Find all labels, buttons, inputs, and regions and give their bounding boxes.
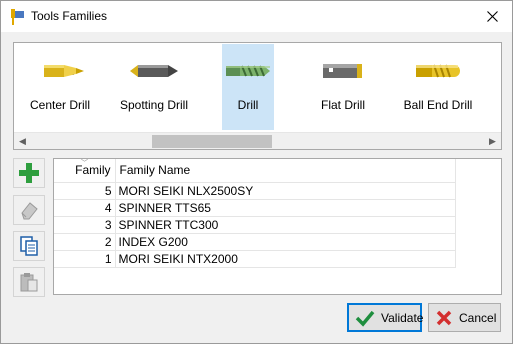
close-icon <box>486 11 498 22</box>
drill-icon <box>226 65 270 77</box>
add-family-button[interactable] <box>13 158 45 188</box>
table-row[interactable]: 5 MORI SEIKI NLX2500SY <box>54 182 456 200</box>
horizontal-scrollbar[interactable]: ◀ ▶ <box>14 132 501 149</box>
erase-family-button[interactable] <box>13 195 45 225</box>
scroll-left-icon[interactable]: ◀ <box>14 133 31 150</box>
family-drill[interactable]: Drill <box>222 44 274 130</box>
paste-family-button[interactable] <box>13 267 45 297</box>
column-header-family-name[interactable]: Family Name <box>115 159 456 183</box>
family-label: Flat Drill <box>321 98 365 112</box>
close-button[interactable] <box>472 1 512 32</box>
family-label: Center Drill <box>29 98 90 112</box>
eraser-icon <box>21 202 38 220</box>
family-center-drill[interactable]: Center Drill <box>15 44 105 130</box>
cell-family: 1 <box>54 250 116 268</box>
table-row[interactable]: 3 SPINNER TTC300 <box>54 216 456 234</box>
cell-family-name: MORI SEIKI NLX2500SY <box>115 182 456 200</box>
column-header-family[interactable]: ﹀ Family <box>54 159 116 183</box>
cell-family: 2 <box>54 233 116 251</box>
cell-family: 5 <box>54 182 116 200</box>
app-icon <box>8 8 26 26</box>
window-title: Tools Families <box>31 9 108 23</box>
family-label: Spotting Drill <box>119 98 189 112</box>
spotting-drill-icon <box>130 65 178 77</box>
copy-icon <box>20 236 38 256</box>
title-bar: Tools Families <box>1 1 512 32</box>
checkmark-icon <box>355 309 375 327</box>
scrollbar-thumb[interactable] <box>152 135 272 148</box>
copy-family-button[interactable] <box>13 231 45 261</box>
cell-family-name: MORI SEIKI NTX2000 <box>115 250 456 268</box>
flat-drill-icon <box>323 64 362 78</box>
table-row[interactable]: 4 SPINNER TTS65 <box>54 199 456 217</box>
families-table: ﹀ Family Family Name 5 MORI SEIKI NLX250… <box>53 158 502 295</box>
family-flat-drill[interactable]: Flat Drill <box>298 44 388 130</box>
family-spotting-drill[interactable]: Spotting Drill <box>109 44 199 130</box>
family-ball-end-drill[interactable]: Ball End Drill <box>392 44 484 130</box>
scroll-right-icon[interactable]: ▶ <box>484 133 501 150</box>
ball-end-drill-icon <box>416 64 460 78</box>
plus-icon <box>19 163 39 183</box>
family-label: Drill <box>237 98 259 112</box>
cell-family: 3 <box>54 216 116 234</box>
cancel-x-icon <box>435 309 453 327</box>
table-row[interactable]: 1 MORI SEIKI NTX2000 <box>54 250 456 268</box>
sort-arrow-icon: ﹀ <box>81 160 88 167</box>
validate-button[interactable]: Validate <box>347 303 423 332</box>
table-header-row: ﹀ Family Family Name <box>54 159 456 183</box>
family-label: Ball End Drill <box>403 98 473 112</box>
families-carousel: Center Drill Spotting Drill Drill Flat D… <box>13 42 502 150</box>
cell-family-name: SPINNER TTS65 <box>115 199 456 217</box>
center-drill-icon <box>44 65 84 77</box>
cell-family-name: INDEX G200 <box>115 233 456 251</box>
cancel-button[interactable]: Cancel <box>428 303 501 332</box>
table-row[interactable]: 2 INDEX G200 <box>54 233 456 251</box>
cell-family-name: SPINNER TTC300 <box>115 216 456 234</box>
paste-icon <box>20 273 38 292</box>
cell-family: 4 <box>54 199 116 217</box>
tools-families-dialog: Tools Families Center Drill Spotting Dri… <box>0 0 513 344</box>
